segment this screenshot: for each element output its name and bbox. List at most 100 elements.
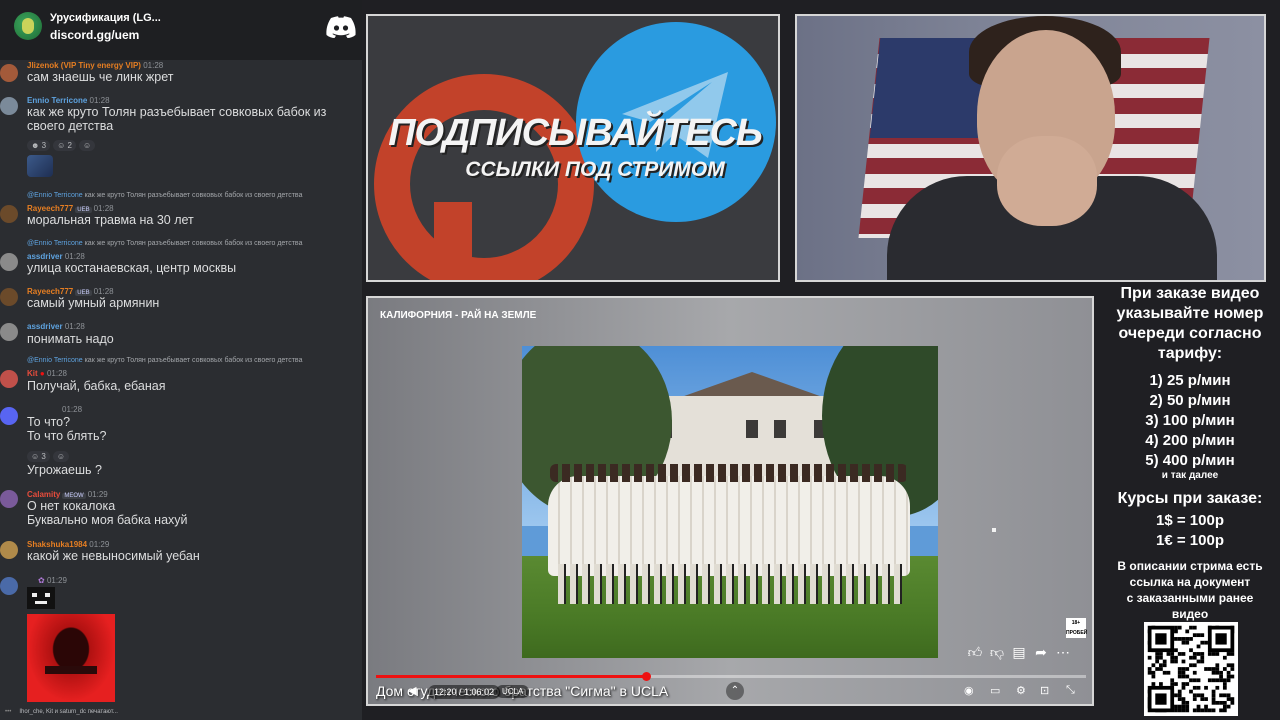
- timestamp: 01:28: [64, 322, 85, 331]
- user-avatar[interactable]: [0, 205, 18, 223]
- attached-image[interactable]: [27, 614, 115, 702]
- dislike-icon[interactable]: 👎︎: [986, 644, 1008, 661]
- tariff-item: 2) 50 р/мин: [1149, 392, 1231, 409]
- tariff-item: 4) 200 р/мин: [1145, 432, 1235, 449]
- user-avatar[interactable]: [0, 97, 18, 115]
- video-controls: Дом студенческого братства "Сигма" в UCL…: [376, 682, 1086, 702]
- patreon-logo-stem: [434, 202, 472, 280]
- reactions: ☻ 3 ☺ 2 ☺: [27, 135, 98, 153]
- volume-icon[interactable]: ◀︎: [408, 684, 416, 697]
- username[interactable]: assdriver: [27, 322, 63, 331]
- message-text: улица костанаевская, центр москвы: [27, 261, 237, 275]
- server-name: Урусификация (LG...: [50, 12, 161, 24]
- user-avatar[interactable]: [0, 577, 18, 595]
- tariff-item: 5) 400 р/мин: [1145, 452, 1235, 469]
- message-meta: ✿ 01:29: [38, 576, 67, 585]
- settings-gear-icon[interactable]: ⚙: [1016, 684, 1026, 697]
- qr-code-image[interactable]: [1144, 622, 1238, 716]
- desc-line: с заказанными ранее: [1126, 591, 1254, 605]
- username[interactable]: Ennio Terricone: [27, 96, 87, 105]
- fullscreen-exit-icon[interactable]: ⤡: [1066, 684, 1075, 697]
- desc-line: В описании стрима есть: [1117, 559, 1263, 573]
- role-icon: ✿: [38, 576, 45, 585]
- rates-title: Курсы при заказе:: [1117, 490, 1263, 507]
- typing-dots-icon: •••: [5, 709, 12, 715]
- reply-text: как же круто Толян разъебывает совковых …: [84, 240, 303, 247]
- reaction-chip[interactable]: ☺ 2: [53, 140, 76, 151]
- rate-item: 1€ = 100р: [1156, 532, 1224, 549]
- user-avatar[interactable]: [0, 64, 18, 82]
- message-text: О нет кокалока: [27, 499, 116, 513]
- message-meta: Calamity MEOW 01:29: [27, 490, 108, 499]
- tariff-item: 3) 100 р/мин: [1145, 412, 1235, 429]
- server-invite-link[interactable]: discord.gg/uem: [50, 28, 139, 42]
- discord-logo-icon: [326, 16, 356, 38]
- add-reaction-icon[interactable]: ☺: [78, 140, 96, 151]
- heading-line: При заказе видео: [1120, 285, 1260, 302]
- share-icon[interactable]: ➦: [1030, 644, 1052, 661]
- username[interactable]: assdriver: [27, 252, 63, 261]
- cast-icon[interactable]: ⊡: [1040, 684, 1049, 697]
- username[interactable]: Jlizenok (VIP Tiny energy VIP): [27, 61, 141, 70]
- reply-text: как же круто Толян разъебывает совковых …: [84, 192, 303, 199]
- progress-scrubber[interactable]: [641, 672, 651, 681]
- timestamp: 01:28: [93, 204, 114, 213]
- autoplay-toggle-icon[interactable]: ◉: [964, 684, 974, 697]
- user-avatar[interactable]: [0, 370, 18, 388]
- user-avatar[interactable]: [0, 323, 18, 341]
- more-options-icon[interactable]: ⋯: [1052, 644, 1074, 661]
- user-avatar[interactable]: [0, 288, 18, 306]
- reply-username: @Ennio Terricone: [27, 192, 83, 199]
- photo-group-legs: [558, 564, 904, 604]
- user-avatar[interactable]: [0, 253, 18, 271]
- message-meta: Ennio Terricone 01:28: [27, 96, 110, 105]
- video-channel-label: КАЛИФОРНИЯ - РАЙ НА ЗЕМЛЕ: [380, 310, 537, 321]
- reply-preview[interactable]: @Ennio Terricone как же круто Толян разъ…: [27, 192, 302, 199]
- discord-chat-panel: Урусификация (LG... discord.gg/uem Jlize…: [0, 0, 362, 720]
- timestamp: 01:28: [89, 96, 110, 105]
- message-text: Буквально моя бабка нахуй: [27, 513, 188, 527]
- message-meta: Kit ● 01:28: [27, 369, 67, 378]
- user-avatar[interactable]: [0, 490, 18, 508]
- status-icon: ●: [39, 369, 45, 378]
- username[interactable]: Calamity: [27, 490, 60, 499]
- message-meta: Jlizenok (VIP Tiny energy VIP) 01:28: [27, 61, 163, 70]
- username[interactable]: Shakshuka1984: [27, 540, 87, 549]
- tariff-more: и так далее: [1161, 470, 1219, 481]
- banner-subtitle: ССЫЛКИ ПОД СТРИМОМ: [465, 158, 725, 181]
- add-reaction-icon[interactable]: ☺: [52, 451, 70, 462]
- comment-icon[interactable]: ▤: [1008, 644, 1030, 661]
- chapter-label[interactable]: UCLA: [496, 685, 530, 698]
- reply-username: @Ennio Terricone: [27, 240, 83, 247]
- reaction-chip[interactable]: ☻ 3: [27, 140, 51, 151]
- reply-preview[interactable]: @Ennio Terricone как же круто Толян разъ…: [27, 240, 302, 247]
- message-meta: Shakshuka1984 01:29: [27, 540, 109, 549]
- message-meta: Rayeech777 UEB 01:28: [27, 287, 114, 296]
- username[interactable]: Rayeech777: [27, 287, 73, 296]
- typing-indicator: ••• Ihor_che, Kit и saturn_dc печатают...: [5, 709, 118, 715]
- subtitles-icon[interactable]: ▭: [990, 684, 1000, 697]
- username[interactable]: Kit: [27, 369, 38, 378]
- username[interactable]: Rayeech777: [27, 204, 73, 213]
- video-progress-bar[interactable]: [376, 672, 1086, 681]
- server-avatar-icon[interactable]: [14, 12, 42, 40]
- chevron-up-icon[interactable]: ⌃: [726, 682, 744, 700]
- progress-fill: [376, 675, 646, 678]
- user-avatar[interactable]: [0, 541, 18, 559]
- message-text: сам знаешь че линк жрет: [27, 70, 174, 84]
- message-meta: assdriver 01:28: [27, 252, 85, 261]
- timestamp: 01:28: [62, 405, 83, 414]
- timestamp: 01:29: [87, 490, 108, 499]
- reply-preview[interactable]: @Ennio Terricone как же круто Толян разъ…: [27, 357, 302, 364]
- message-meta: assdriver 01:28: [27, 322, 85, 331]
- chat-header: Урусификация (LG... discord.gg/uem: [0, 0, 362, 60]
- video-player[interactable]: КАЛИФОРНИЯ - РАЙ НА ЗЕМЛЕ 18+ ПРОБЕЙ 👍︎ 👎…: [366, 296, 1094, 706]
- tariff-item: 1) 25 р/мин: [1149, 372, 1231, 389]
- reaction-chip[interactable]: ☺ 3: [27, 451, 50, 462]
- heading-line: указывайте номер: [1116, 305, 1264, 322]
- desc-line: видео: [1171, 607, 1209, 621]
- discord-default-avatar-icon[interactable]: [0, 407, 18, 425]
- like-icon[interactable]: 👍︎: [964, 644, 986, 661]
- banner-title: ПОДПИСЫВАЙТЕСЬ: [388, 112, 763, 154]
- mouse-cursor: [992, 528, 996, 532]
